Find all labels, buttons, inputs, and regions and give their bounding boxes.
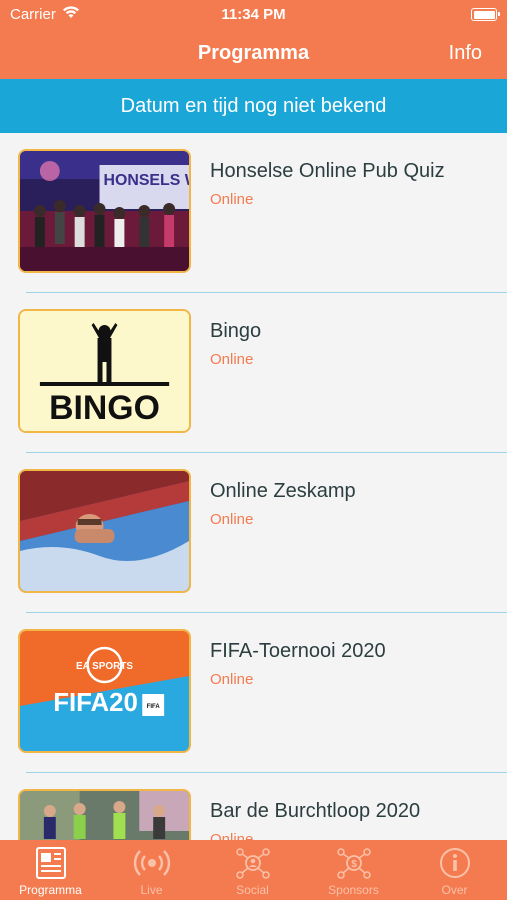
program-item[interactable]: Bar de Burchtloop 2020 Online xyxy=(0,773,507,840)
program-status: Online xyxy=(210,351,254,368)
tab-sponsors[interactable]: $ Sponsors xyxy=(303,840,404,900)
info-button[interactable]: Info xyxy=(449,42,482,65)
program-status: Online xyxy=(210,671,254,688)
bingo-thumbnail: BINGO xyxy=(18,309,191,433)
status-bar: Carrier 11:34 PM xyxy=(0,0,507,30)
program-item[interactable]: EA SPORTS FIFA20 FIFA FIFA-Toernooi 2020… xyxy=(0,613,507,773)
program-status: Online xyxy=(210,511,254,528)
tab-label: Social xyxy=(236,883,269,897)
status-time: 11:34 PM xyxy=(221,6,286,23)
tab-over[interactable]: Over xyxy=(404,840,505,900)
program-status: Online xyxy=(210,831,254,840)
program-name: Honselse Online Pub Quiz xyxy=(210,160,445,182)
fifa-thumbnail: EA SPORTS FIFA20 FIFA xyxy=(18,629,191,753)
pub-quiz-thumbnail: HONSELS WEE xyxy=(18,149,191,273)
page-title: Programma xyxy=(197,42,310,64)
tab-live[interactable]: Live xyxy=(101,840,202,900)
bingo-thumb-text: BINGO xyxy=(49,389,160,427)
fifa20-thumb-text: FIFA20 xyxy=(53,689,138,717)
ea-sports-logo: EA SPORTS xyxy=(76,661,133,672)
program-item[interactable]: Online Zeskamp Online xyxy=(0,453,507,613)
tab-label: Programma xyxy=(19,883,82,897)
tab-social[interactable]: Social xyxy=(202,840,303,900)
pub-quiz-thumb-text: HONSELS WEE xyxy=(104,172,189,189)
burchtloop-thumbnail xyxy=(18,789,191,840)
program-list[interactable]: HONSELS WEE Honselse Online Pub Quiz Onl… xyxy=(0,133,507,840)
info-icon xyxy=(435,846,475,880)
program-name: Online Zeskamp xyxy=(210,480,356,502)
zeskamp-thumbnail xyxy=(18,469,191,593)
social-network-icon xyxy=(233,846,273,880)
program-item[interactable]: HONSELS WEE Honselse Online Pub Quiz Onl… xyxy=(0,133,507,293)
fifa-badge: FIFA xyxy=(147,704,161,710)
program-name: Bingo xyxy=(210,320,262,342)
battery-icon xyxy=(471,8,500,21)
tab-programma[interactable]: Programma xyxy=(0,840,101,900)
newspaper-icon xyxy=(31,846,71,880)
tab-label: Sponsors xyxy=(328,883,379,897)
program-status: Online xyxy=(210,191,254,208)
program-name: FIFA-Toernooi 2020 xyxy=(210,640,386,662)
tab-bar: Programma Live Social $ Sponsors Over xyxy=(0,840,507,900)
tab-label: Live xyxy=(140,883,163,897)
date-notice-banner: Datum en tijd nog niet bekend xyxy=(0,79,507,133)
navigation-bar: Programma Info xyxy=(0,30,507,79)
program-name: Bar de Burchtloop 2020 xyxy=(210,800,421,822)
svg-text:$: $ xyxy=(351,859,357,870)
broadcast-icon xyxy=(132,846,172,880)
tab-label: Over xyxy=(441,883,468,897)
sponsors-network-icon: $ xyxy=(334,846,374,880)
program-item[interactable]: BINGO Bingo Online xyxy=(0,293,507,453)
